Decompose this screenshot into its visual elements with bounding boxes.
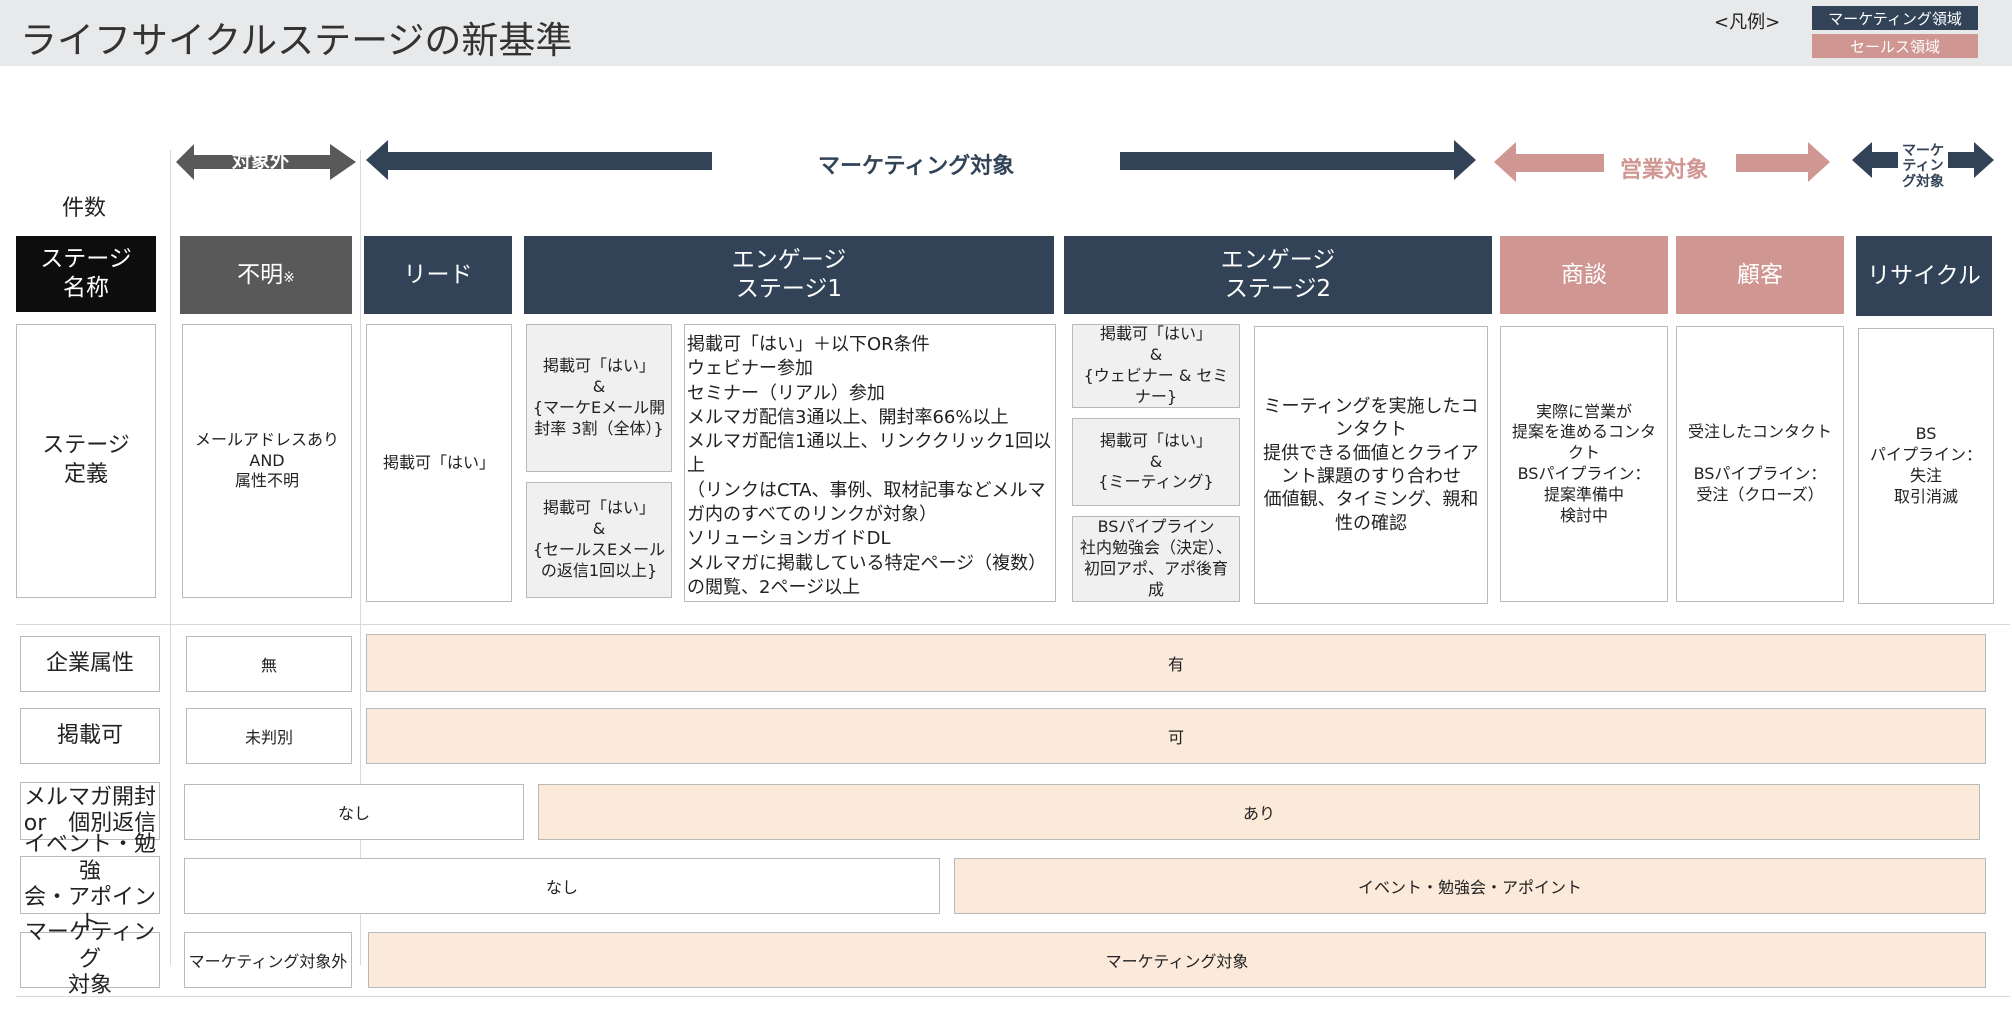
definition-engage2-a: 掲載可「はい」 & {ウェビナー & セミナー} xyxy=(1072,324,1240,408)
attr-publishable-right: 可 xyxy=(366,708,1986,764)
definition-engage2-d: ミーティングを実施したコンタクト 提供できる価値とクライアント課題のすり合わせ … xyxy=(1254,326,1488,604)
header-stage-name: ステージ 名称 xyxy=(16,236,156,312)
sales-arrow-right-icon xyxy=(1736,142,1830,182)
marketing-arrow-left-icon xyxy=(366,140,712,180)
attr-publishable-left: 未判別 xyxy=(186,708,352,764)
marketing-arrow-right-icon xyxy=(1120,140,1476,180)
legend-label: <凡例> xyxy=(1714,12,1781,33)
header-engage1: エンゲージ ステージ1 xyxy=(524,236,1054,314)
header-lead: リード xyxy=(364,236,512,314)
separator-line xyxy=(16,624,2010,625)
legend-sales: セールス領域 xyxy=(1812,34,1978,58)
marketing2-scope-label: マーケ ティン グ対象 xyxy=(1902,143,1944,190)
attr-company-right: 有 xyxy=(366,634,1986,692)
sales-arrow-left-icon xyxy=(1494,142,1604,182)
attr-label-company: 企業属性 xyxy=(20,636,160,692)
definition-customer: 受注したコンタクト BSパイプライン： 受注（クローズ） xyxy=(1676,326,1844,602)
marketing-scope-label: マーケティング対象 xyxy=(818,154,1015,179)
sales-scope-label: 営業対象 xyxy=(1620,158,1709,183)
definition-engage2-c: BSパイプライン 社内勉強会（決定）、初回アポ、アポ後育成 xyxy=(1072,516,1240,602)
definition-deal: 実際に営業が 提案を進めるコンタクト BSパイプライン： 提案準備中 検討中 xyxy=(1500,326,1668,602)
definition-engage2-b: 掲載可「はい」 & {ミーティング} xyxy=(1072,418,1240,506)
header-deal: 商談 xyxy=(1500,236,1668,314)
header-unknown-mark: ※ xyxy=(283,270,295,287)
definition-recycle: BS パイプライン： 失注 取引消滅 xyxy=(1858,328,1994,604)
attr-event-left: なし xyxy=(184,858,940,914)
out-of-scope-label: 対象外 xyxy=(232,150,290,172)
definition-unknown: メールアドレスあり AND 属性不明 xyxy=(182,324,352,598)
definition-engage1-a: 掲載可「はい」 & {マーケEメール開封率 3割（全体）} xyxy=(526,324,672,472)
definition-engage1-c: 掲載可「はい」＋以下OR条件 ウェビナー参加 セミナー（リアル）参加 メルマガ配… xyxy=(684,324,1056,602)
page-title: ライフサイクルステージの新基準 xyxy=(20,19,573,62)
attr-marketing-target-left: マーケティング対象外 xyxy=(184,932,352,988)
count-label: 件数 xyxy=(62,196,107,221)
legend-marketing: マーケティング領域 xyxy=(1812,6,1978,30)
separator-line xyxy=(360,150,361,965)
attr-label-publishable: 掲載可 xyxy=(20,708,160,764)
marketing2-arrow-left-icon xyxy=(1852,142,1898,178)
definition-label: ステージ 定義 xyxy=(16,324,156,598)
header-engage2: エンゲージ ステージ2 xyxy=(1064,236,1492,314)
attr-marketing-target-right: マーケティング対象 xyxy=(368,932,1986,988)
attr-newsletter-right: あり xyxy=(538,784,1980,840)
attr-company-left: 無 xyxy=(186,636,352,692)
attr-label-marketing-target: マーケティング 対象 xyxy=(20,920,160,998)
attr-newsletter-left: なし xyxy=(184,784,524,840)
header-unknown: 不明 ※ xyxy=(180,236,352,314)
separator-line xyxy=(16,996,2010,997)
header-unknown-label: 不明 xyxy=(237,261,284,288)
separator-line xyxy=(170,150,171,965)
attr-event-right: イベント・勉強会・アポイント xyxy=(954,858,1986,914)
header-customer: 顧客 xyxy=(1676,236,1844,314)
definition-engage1-b: 掲載可「はい」 & {セールスEメールの返信1回以上} xyxy=(526,482,672,598)
definition-lead: 掲載可「はい」 xyxy=(366,324,512,602)
attr-label-event: イベント・勉強 会・アポイント xyxy=(20,832,160,936)
header-recycle: リサイクル xyxy=(1856,236,1992,316)
marketing2-arrow-right-icon xyxy=(1948,142,1994,178)
